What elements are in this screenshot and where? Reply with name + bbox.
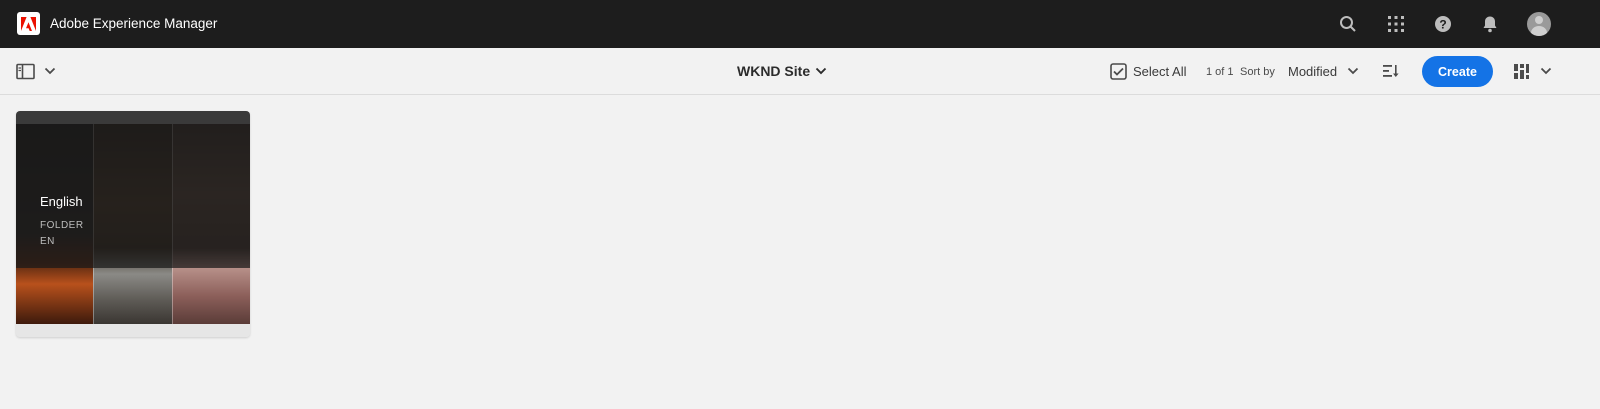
adobe-logo-icon[interactable] [17, 12, 40, 35]
sort-order-icon[interactable] [1382, 64, 1399, 78]
chevron-down-icon[interactable] [815, 66, 827, 76]
bell-icon[interactable] [1480, 14, 1500, 34]
select-all-button[interactable]: Select All [1133, 48, 1186, 95]
rail-toggle-icon[interactable] [16, 63, 35, 80]
global-header: Adobe Experience Manager ? [0, 0, 1600, 48]
apps-grid-icon[interactable] [1386, 14, 1406, 34]
card-footer [16, 324, 250, 337]
chevron-down-icon[interactable] [1347, 66, 1359, 76]
user-avatar[interactable] [1527, 12, 1551, 36]
app-title[interactable]: Adobe Experience Manager [50, 0, 217, 48]
help-icon[interactable]: ? [1433, 14, 1453, 34]
card-view-icon[interactable] [1513, 63, 1530, 80]
select-all-checkbox-icon[interactable] [1110, 63, 1127, 80]
card-type: FOLDER [40, 220, 84, 231]
create-button[interactable]: Create [1422, 56, 1493, 87]
search-icon[interactable] [1338, 14, 1358, 34]
sort-by-label: Sort by [1240, 65, 1275, 78]
action-bar: WKND Site Select All 1 of 1 Sort by Modi… [0, 48, 1600, 95]
card-header-strip [16, 111, 250, 124]
folder-card[interactable]: English FOLDER EN [16, 111, 250, 337]
card-language: EN [40, 236, 55, 247]
chevron-down-icon[interactable] [1540, 66, 1552, 76]
chevron-down-icon[interactable] [44, 66, 56, 76]
card-title: English [40, 194, 83, 209]
sort-select[interactable]: Modified [1288, 48, 1337, 95]
svg-text:?: ? [1439, 18, 1446, 32]
site-title[interactable]: WKND Site [737, 48, 810, 95]
pagination-info: 1 of 1 [1206, 65, 1234, 78]
